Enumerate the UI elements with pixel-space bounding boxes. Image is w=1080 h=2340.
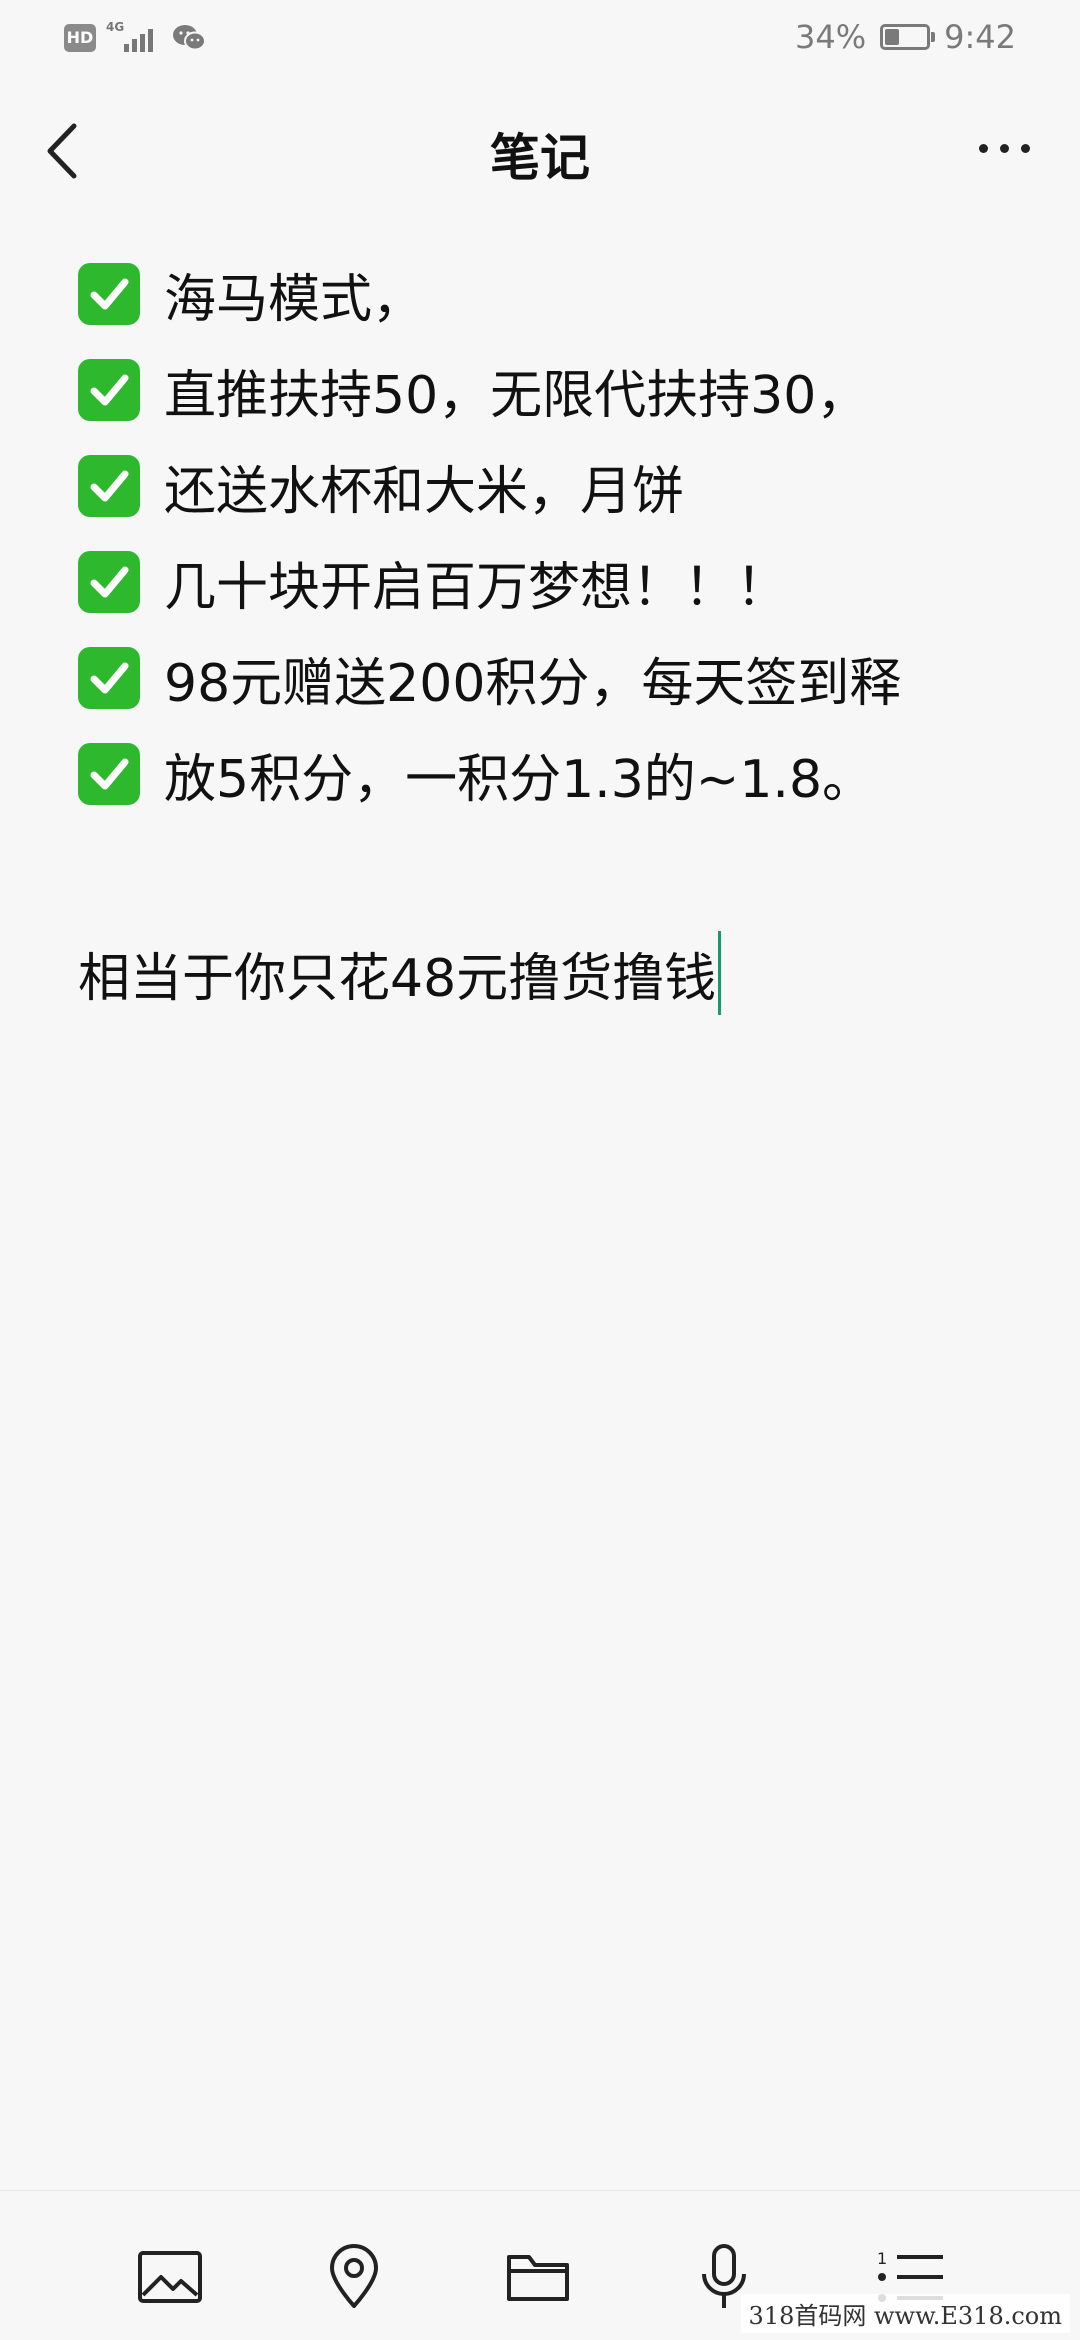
title-bar: 笔记: [0, 96, 1080, 206]
image-icon: [138, 2251, 202, 2303]
folder-icon: [507, 2255, 569, 2301]
battery-fill: [885, 29, 899, 45]
note-line-text: 直推扶持50，无限代扶持30，: [164, 365, 869, 426]
check-mark-icon: [78, 551, 140, 613]
note-line: 放5积分，一积分1.3的~1.8。: [78, 726, 1038, 822]
check-mark-icon: [78, 359, 140, 421]
signal-bars: [124, 29, 153, 52]
more-options-button[interactable]: [964, 118, 1044, 178]
note-line-text: 相当于你只花48元撸货撸钱: [78, 948, 717, 1009]
battery-icon: [880, 24, 936, 50]
hd-badge: HD: [64, 24, 96, 52]
note-editor[interactable]: 海马模式， 直推扶持50，无限代扶持30， 还送水杯和大米，月饼 几十块开启百万…: [78, 246, 1038, 1028]
note-line-text: 98元赠送200积分，每天签到释: [164, 653, 902, 714]
note-line-text: 几十块开启百万梦想！！！: [164, 557, 789, 618]
insert-file-button[interactable]: [498, 2237, 578, 2317]
note-line: 直推扶持50，无限代扶持30，: [78, 342, 1038, 438]
check-mark-icon: [78, 263, 140, 325]
status-left-icons: HD 4G: [64, 20, 206, 54]
insert-image-button[interactable]: [130, 2237, 210, 2317]
check-mark-icon: [78, 455, 140, 517]
note-line: 几十块开启百万梦想！！！: [78, 534, 1038, 630]
wechat-icon: [173, 25, 206, 51]
bottom-toolbar: 1 318首码网 www.E318.com: [0, 2190, 1080, 2340]
svg-text:1: 1: [877, 2249, 887, 2268]
battery-percent: 34%: [795, 18, 867, 56]
notes-screen: HD 4G 34% 9:42 笔记 海马模式， 直推扶持50，无限代扶持30， …: [0, 0, 1080, 2340]
note-line: 相当于你只花48元撸货撸钱: [78, 918, 1038, 1028]
status-right-icons: 34% 9:42: [795, 18, 1016, 56]
location-pin-icon: [330, 2244, 378, 2308]
cell-signal-icon: 4G: [106, 20, 162, 54]
status-bar: HD 4G 34% 9:42: [0, 0, 1080, 76]
note-line-text: 海马模式，: [164, 269, 425, 330]
check-mark-icon: [78, 743, 140, 805]
clock: 9:42: [944, 18, 1016, 56]
note-line: 98元赠送200积分，每天签到释: [78, 630, 1038, 726]
note-line-text: 还送水杯和大米，月饼: [164, 461, 685, 522]
note-line-text: 放5积分，一积分1.3的~1.8。: [164, 749, 875, 810]
page-title: 笔记: [490, 129, 590, 187]
note-line: 还送水杯和大米，月饼: [78, 438, 1038, 534]
note-line: 海马模式，: [78, 246, 1038, 342]
text-cursor: [718, 931, 722, 1015]
more-dots-icon: [978, 143, 988, 153]
watermark: 318首码网 www.E318.com: [740, 2294, 1070, 2333]
check-mark-icon: [78, 647, 140, 709]
insert-location-button[interactable]: [314, 2237, 394, 2317]
network-type-label: 4G: [106, 20, 125, 34]
